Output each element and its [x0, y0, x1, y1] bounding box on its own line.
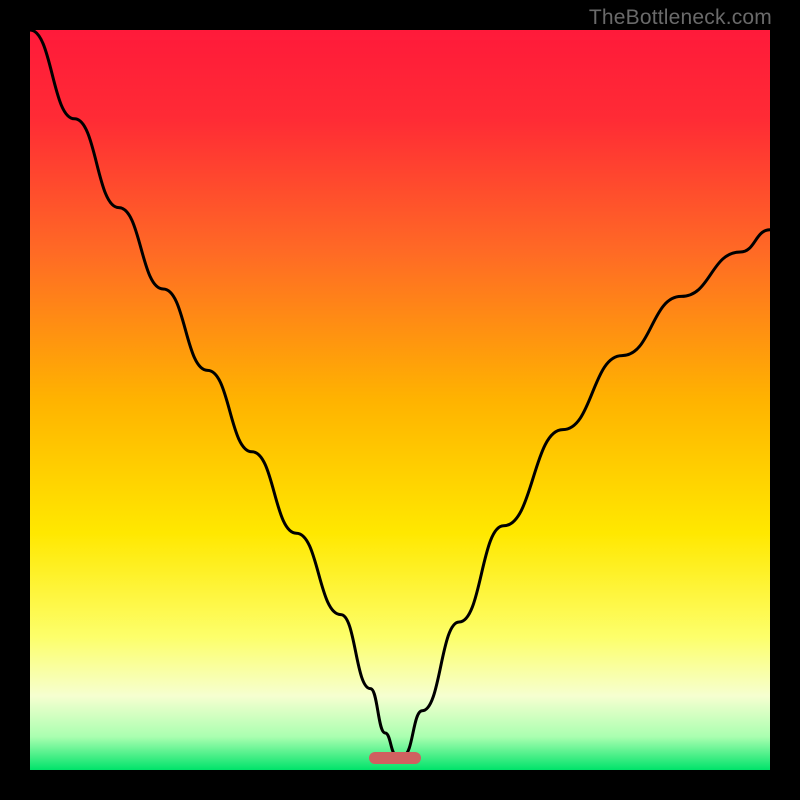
curve-right	[404, 230, 770, 755]
bottleneck-curves	[30, 30, 770, 770]
watermark-text: TheBottleneck.com	[589, 6, 772, 30]
plot-area	[30, 30, 770, 770]
optimal-range-marker	[369, 752, 421, 764]
curve-left	[30, 30, 396, 755]
frame: TheBottleneck.com	[0, 0, 800, 800]
